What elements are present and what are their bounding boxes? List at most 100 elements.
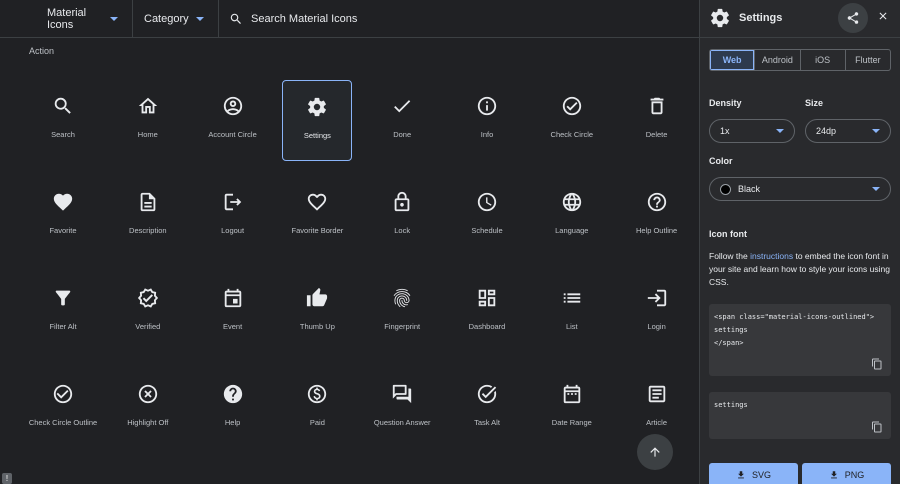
density-value: 1x bbox=[720, 126, 730, 136]
icon-font-description: Follow the instructions to embed the ico… bbox=[709, 250, 891, 289]
search-input[interactable]: Search Material Icons bbox=[219, 0, 699, 38]
description-icon bbox=[136, 190, 160, 214]
icon-label: Favorite Border bbox=[291, 226, 344, 235]
info-badge-icon: ! bbox=[2, 473, 12, 484]
tab-ios[interactable]: iOS bbox=[801, 50, 846, 70]
color-swatch bbox=[720, 183, 731, 195]
icon-cell[interactable]: Favorite bbox=[28, 176, 98, 257]
instructions-link[interactable]: instructions bbox=[750, 251, 793, 261]
help-icon bbox=[221, 382, 245, 406]
icon-cell[interactable]: Date Range bbox=[537, 368, 607, 449]
size-value: 24dp bbox=[816, 126, 837, 136]
settings-panel: Settings Web Android iOS Flutter Density… bbox=[699, 0, 900, 484]
download-svg-button[interactable]: SVG bbox=[709, 463, 798, 484]
copy-icon[interactable] bbox=[871, 358, 883, 370]
color-value: Black bbox=[738, 184, 761, 194]
delete-icon bbox=[645, 94, 669, 118]
date-range-icon bbox=[560, 382, 584, 406]
close-icon bbox=[879, 12, 887, 20]
density-select[interactable]: 1x bbox=[709, 119, 795, 143]
icon-label: Fingerprint bbox=[384, 322, 421, 331]
icon-cell[interactable]: Thumb Up bbox=[282, 272, 352, 353]
tab-web[interactable]: Web bbox=[710, 50, 756, 70]
language-icon bbox=[560, 190, 584, 214]
tab-android[interactable]: Android bbox=[755, 50, 801, 70]
logout-icon bbox=[221, 190, 245, 214]
tab-flutter[interactable]: Flutter bbox=[846, 50, 890, 70]
color-label: Color bbox=[709, 156, 733, 166]
icon-cell[interactable]: Delete bbox=[622, 80, 692, 161]
icon-cell[interactable]: Info bbox=[452, 80, 522, 161]
icon-label: Account Circle bbox=[208, 130, 257, 139]
share-icon bbox=[847, 12, 859, 24]
icon-cell[interactable]: Task Alt bbox=[452, 368, 522, 449]
icon-cell[interactable]: Verified bbox=[113, 272, 183, 353]
chevron-down-icon bbox=[196, 16, 204, 21]
icon-cell[interactable]: Help Outline bbox=[622, 176, 692, 257]
icon-label: Search bbox=[51, 130, 75, 139]
icon-library-select-label: Material Icons bbox=[47, 6, 87, 31]
icon-cell[interactable]: List bbox=[537, 272, 607, 353]
question-answer-icon bbox=[390, 382, 414, 406]
download-png-button[interactable]: PNG bbox=[802, 463, 891, 484]
icon-label: Paid bbox=[309, 418, 325, 427]
download-icon bbox=[830, 471, 837, 479]
icon-cell[interactable]: Language bbox=[537, 176, 607, 257]
top-bar: Material Icons Category Search Material … bbox=[0, 0, 699, 38]
close-button[interactable] bbox=[876, 9, 890, 23]
icon-cell[interactable]: Check Circle bbox=[537, 80, 607, 161]
icon-cell[interactable]: Login bbox=[622, 272, 692, 353]
icon-cell[interactable]: Paid bbox=[282, 368, 352, 449]
icon-cell[interactable]: Schedule bbox=[452, 176, 522, 257]
icon-cell[interactable]: Check Circle Outline bbox=[28, 368, 98, 449]
size-select[interactable]: 24dp bbox=[805, 119, 891, 143]
icon-cell[interactable]: Done bbox=[367, 80, 437, 161]
icon-cell[interactable]: Filter Alt bbox=[28, 272, 98, 353]
icon-cell[interactable]: Question Answer bbox=[367, 368, 437, 449]
icon-cell[interactable]: Description bbox=[113, 176, 183, 257]
icon-label: Event bbox=[223, 322, 243, 331]
icon-cell[interactable]: Highlight Off bbox=[113, 368, 183, 449]
download-icon bbox=[738, 471, 744, 479]
icon-label: Settings bbox=[303, 131, 331, 140]
icon-label: Date Range bbox=[551, 418, 592, 427]
icon-cell[interactable]: Search bbox=[28, 80, 98, 161]
icon-library-select[interactable]: Material Icons bbox=[0, 0, 133, 38]
icon-cell[interactable]: Lock bbox=[367, 176, 437, 257]
icon-cell[interactable]: Event bbox=[198, 272, 268, 353]
icon-cell[interactable]: Home bbox=[113, 80, 183, 161]
color-select[interactable]: Black bbox=[709, 177, 891, 201]
icon-label: Delete bbox=[645, 130, 668, 139]
icon-label: Logout bbox=[221, 226, 245, 235]
icon-cell[interactable]: Logout bbox=[198, 176, 268, 257]
icon-label: Verified bbox=[135, 322, 161, 331]
article-icon bbox=[645, 382, 669, 406]
copy-icon[interactable] bbox=[871, 421, 883, 433]
size-label: Size bbox=[805, 98, 824, 108]
icon-label: Task Alt bbox=[474, 418, 500, 427]
favorite-icon bbox=[51, 190, 75, 214]
icon-cell[interactable]: Account Circle bbox=[198, 80, 268, 161]
icon-cell[interactable]: Fingerprint bbox=[367, 272, 437, 353]
icon-label: Thumb Up bbox=[299, 322, 335, 331]
fingerprint-icon bbox=[390, 286, 414, 310]
icon-label: Check Circle Outline bbox=[28, 418, 98, 427]
done-icon bbox=[390, 94, 414, 118]
icon-cell[interactable]: Help bbox=[198, 368, 268, 449]
chevron-down-icon bbox=[110, 16, 118, 21]
icon-cell[interactable]: Dashboard bbox=[452, 272, 522, 353]
code-snippet-html: <span class="material-icons-outlined"> s… bbox=[709, 304, 891, 376]
search-placeholder: Search Material Icons bbox=[251, 12, 358, 25]
icon-cell[interactable]: Favorite Border bbox=[282, 176, 352, 257]
share-button[interactable] bbox=[838, 3, 868, 33]
download-png-label: PNG bbox=[844, 470, 865, 480]
icon-label: Done bbox=[393, 130, 412, 139]
icon-cell[interactable]: Settings bbox=[282, 80, 353, 161]
settings-icon bbox=[711, 8, 729, 28]
category-select[interactable]: Category bbox=[133, 0, 219, 38]
icon-label: List bbox=[565, 322, 578, 331]
icon-label: Filter Alt bbox=[49, 322, 77, 331]
scroll-to-top-button[interactable] bbox=[637, 434, 673, 470]
dashboard-icon bbox=[475, 286, 499, 310]
panel-header: Settings bbox=[700, 0, 900, 38]
